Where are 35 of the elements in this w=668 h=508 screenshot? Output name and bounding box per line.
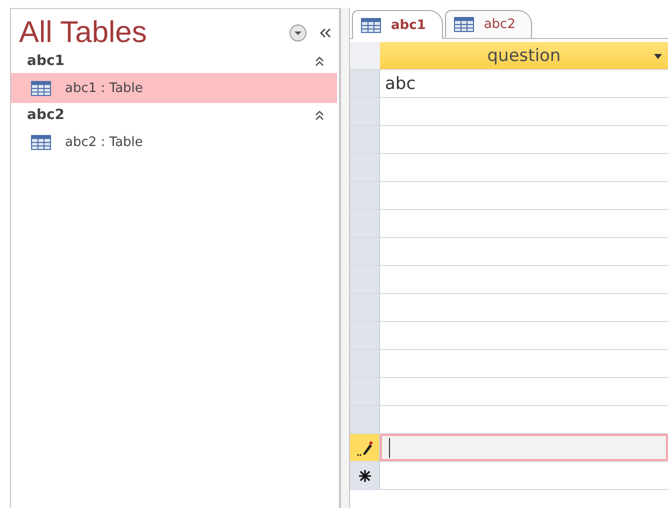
record-selector[interactable] xyxy=(350,350,380,377)
chevron-up-icon[interactable] xyxy=(314,56,325,66)
table-icon xyxy=(31,80,51,96)
record-selector[interactable] xyxy=(350,154,380,181)
select-all-corner[interactable] xyxy=(350,42,380,69)
record-selector[interactable] xyxy=(350,210,380,237)
column-header[interactable]: question xyxy=(380,42,668,69)
pencil-icon xyxy=(350,434,380,461)
document-tab[interactable]: abc1 xyxy=(352,10,443,39)
pane-title: All Tables xyxy=(19,16,148,50)
chevron-up-icon[interactable] xyxy=(314,110,325,120)
record-selector[interactable] xyxy=(350,322,380,349)
dropdown-arrow-icon[interactable] xyxy=(654,54,662,59)
record-selector[interactable] xyxy=(350,98,380,125)
record-selector[interactable] xyxy=(350,406,380,433)
dropdown-icon[interactable] xyxy=(289,24,307,42)
group-header: abc1 xyxy=(27,53,66,69)
table-cell[interactable]: abc xyxy=(380,70,668,97)
record-selector[interactable] xyxy=(350,378,380,405)
record-selector[interactable] xyxy=(350,238,380,265)
record-selector[interactable] xyxy=(350,126,380,153)
table-icon xyxy=(361,18,381,32)
document-tab[interactable]: abc2 xyxy=(444,10,532,38)
input-field[interactable] xyxy=(380,434,668,461)
table-icon xyxy=(31,134,51,150)
group-header: abc2 xyxy=(27,107,66,123)
record-selector[interactable] xyxy=(350,182,380,209)
table-icon xyxy=(454,17,474,32)
pane-splitter[interactable] xyxy=(340,8,350,508)
record-selector[interactable] xyxy=(350,70,380,97)
collapse-icon[interactable] xyxy=(319,27,331,39)
nav-item[interactable]: abc2 : Table xyxy=(11,127,337,157)
record-selector[interactable] xyxy=(350,294,380,321)
nav-item[interactable]: abc1 : Table xyxy=(11,73,337,103)
record-selector[interactable] xyxy=(350,266,380,293)
